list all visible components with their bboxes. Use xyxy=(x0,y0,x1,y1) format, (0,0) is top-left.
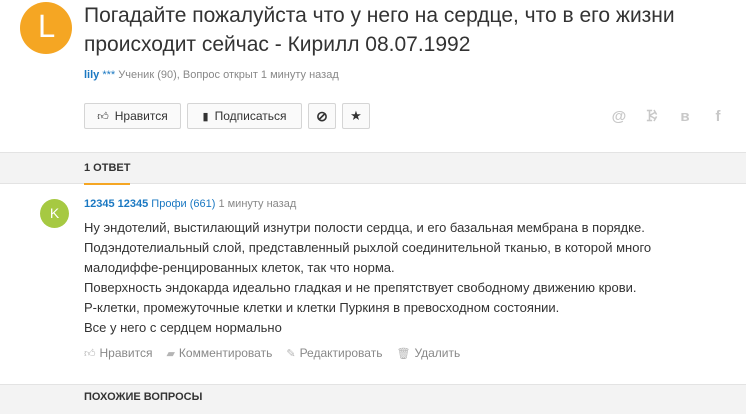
question-author-avatar[interactable]: L xyxy=(20,2,72,54)
answer-author-rank[interactable]: Профи (661) xyxy=(151,198,215,210)
trash-icon: 🗑︎ xyxy=(396,347,411,360)
like-button[interactable]: 👍︎ Нравится xyxy=(84,103,181,129)
answer-line: Все у него с сердцем нормально xyxy=(84,320,282,335)
answer-line: Р-клетки, промежуточные клетки и клетки … xyxy=(84,300,560,315)
vkontakte-icon[interactable]: в xyxy=(677,108,693,125)
answer-line: Ну эндотелий, выстилающий изнутри полост… xyxy=(84,220,645,235)
facebook-icon[interactable]: f xyxy=(710,108,726,125)
block-button[interactable]: ⊘ xyxy=(308,103,336,129)
answer-line: Подэндотелиальный слой, представленный р… xyxy=(84,240,652,255)
odnoklassniki-icon[interactable]: ꗣ xyxy=(644,108,660,125)
tab-answers[interactable]: 1 ОТВЕТ xyxy=(84,153,131,185)
answer-time: 1 минуту назад xyxy=(218,198,297,210)
author-stars: *** xyxy=(102,69,116,81)
thumbs-up-icon: 👍︎ xyxy=(97,110,109,123)
answers-tab-bar: 1 ОТВЕТ xyxy=(0,152,746,185)
question-title: Погадайте пожалуйста что у него на сердц… xyxy=(84,4,675,56)
star-icon: ★ xyxy=(350,108,362,123)
question-actions: 👍︎ Нравится ▮ Подписаться ⊘ ★ xyxy=(84,103,370,129)
answer-author-link[interactable]: 12345 12345 xyxy=(84,198,148,210)
comment-icon: ▰ xyxy=(166,347,175,360)
answer-text: Ну эндотелий, выстилающий изнутри полост… xyxy=(84,218,734,338)
answer-delete-button[interactable]: 🗑︎ Удалить xyxy=(396,346,460,360)
question-meta-text: Ученик (90), Вопрос открыт 1 минуту наза… xyxy=(118,69,339,81)
thumbs-up-icon: 👍︎ xyxy=(84,347,96,360)
answer-comment-button[interactable]: ▰ Комментировать xyxy=(166,346,272,360)
bookmark-icon: ▮ xyxy=(202,110,209,123)
question-author-link[interactable]: lily xyxy=(84,69,99,81)
answer-line: малодиффе-ренцированных клеток, так что … xyxy=(84,260,395,275)
subscribe-button[interactable]: ▮ Подписаться xyxy=(187,103,302,129)
block-icon: ⊘ xyxy=(316,107,328,124)
answer-author-avatar[interactable]: K xyxy=(40,199,69,228)
mail-ru-icon[interactable]: @ xyxy=(611,108,627,125)
answer-actions: 👍︎ Нравится ▰ Комментировать ✎ Редактиро… xyxy=(84,346,460,360)
question-meta: lily *** Ученик (90), Вопрос открыт 1 ми… xyxy=(84,69,339,81)
share-icons: @ ꗣ в f xyxy=(611,108,726,125)
answer-line: Поверхность эндокарда идеально гладкая и… xyxy=(84,280,637,295)
like-button-label: Нравится xyxy=(114,109,168,123)
answer-delete-label: Удалить xyxy=(414,346,461,360)
pencil-icon: ✎ xyxy=(286,347,296,360)
subscribe-button-label: Подписаться xyxy=(214,109,287,123)
answer-edit-label: Редактировать xyxy=(299,346,383,360)
similar-questions-bar: ПОХОЖИЕ ВОПРОСЫ xyxy=(0,384,746,414)
answer-like-label: Нравится xyxy=(99,346,153,360)
answer-like-button[interactable]: 👍︎ Нравится xyxy=(84,346,152,360)
favorite-button[interactable]: ★ xyxy=(342,103,370,129)
answer-comment-label: Комментировать xyxy=(178,346,273,360)
similar-questions-heading: ПОХОЖИЕ ВОПРОСЫ xyxy=(84,391,203,403)
answer-meta: 12345 12345 Профи (661) 1 минуту назад xyxy=(84,198,296,210)
answer-edit-button[interactable]: ✎ Редактировать xyxy=(286,346,382,360)
